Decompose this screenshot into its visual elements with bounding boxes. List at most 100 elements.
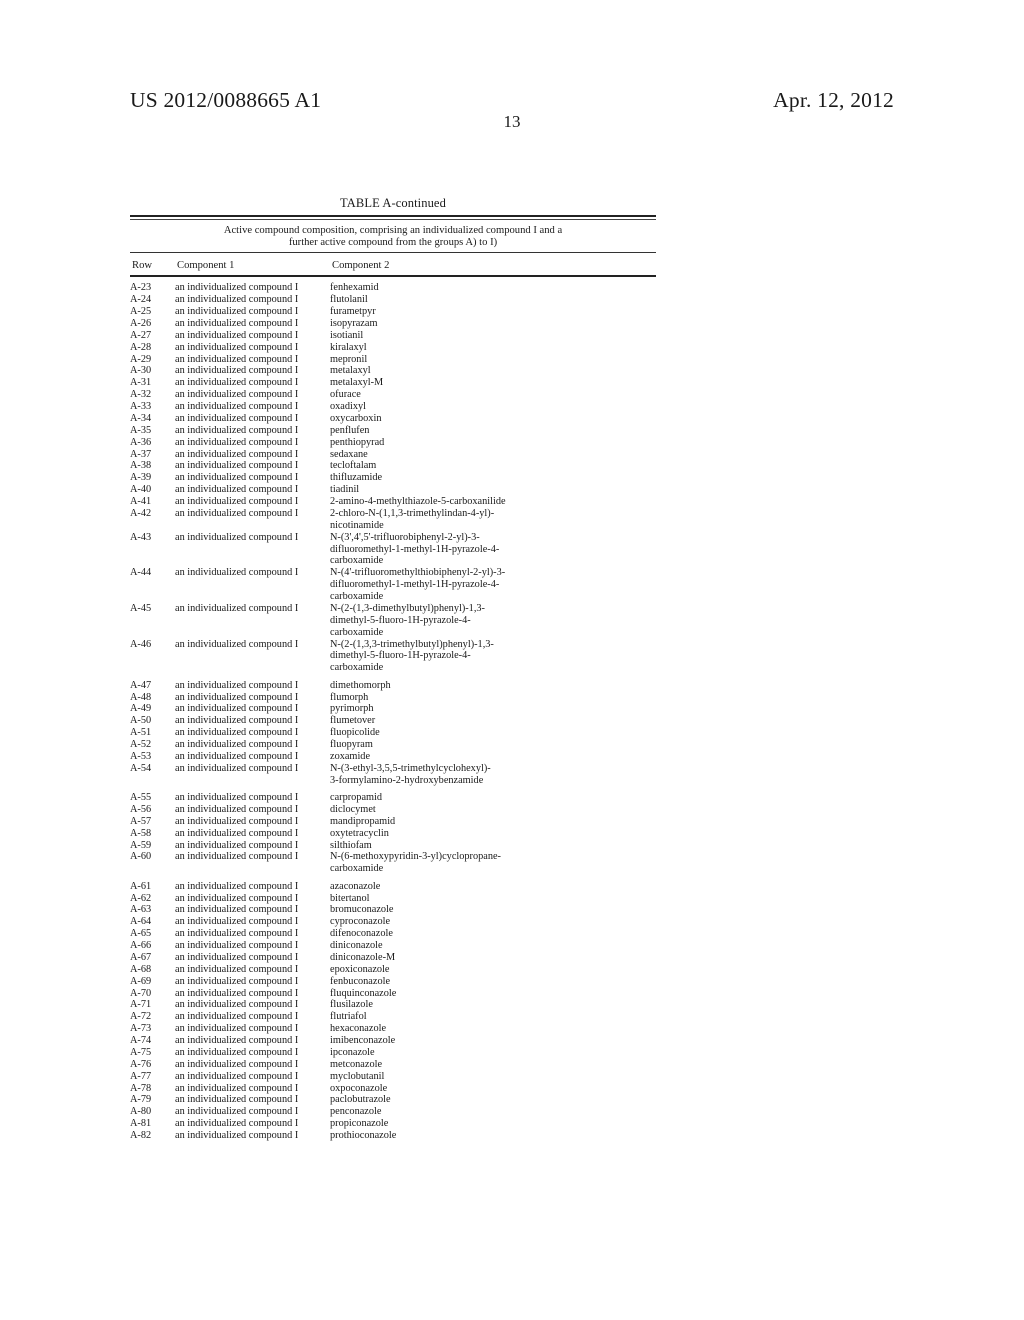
cell-component-1: an individualized compound I bbox=[175, 975, 299, 987]
table-caption: TABLE A-continued bbox=[340, 196, 446, 210]
cell-component-2: diclocymet bbox=[330, 804, 656, 816]
cell-component-2: flutriafol bbox=[330, 1011, 656, 1023]
table-row: A-65 an individualized compound I difenoco… bbox=[130, 928, 656, 940]
cell-component-2-line: paclobutrazole bbox=[330, 1094, 391, 1106]
cell-component-2: propiconazole bbox=[330, 1118, 656, 1130]
cell-component-2-line: 3-formylamino-2-hydroxybenzamide bbox=[330, 774, 484, 786]
cell-component-2-line: oxytetracyclin bbox=[330, 827, 389, 839]
table-row: A-50 an individualized compound I flumetov… bbox=[130, 715, 656, 727]
cell-row-id: A-38 bbox=[130, 460, 152, 472]
cell-component-2: penflufen bbox=[330, 425, 656, 437]
cell-component-1: an individualized compound I bbox=[175, 827, 299, 839]
cell-component-2: oxytetracyclin bbox=[330, 828, 656, 840]
cell-component-2: bromuconazole bbox=[330, 904, 656, 916]
cell-component-2: diniconazole-M bbox=[330, 952, 656, 964]
table-row: A-61 an individualized compound I azaconaz… bbox=[130, 881, 656, 893]
cell-component-1: an individualized compound I bbox=[175, 750, 299, 762]
cell-component-1: an individualized compound I bbox=[175, 928, 299, 940]
table-row: A-64 an individualized compound I cyprocon… bbox=[130, 916, 656, 928]
cell-component-1: an individualized compound I bbox=[175, 460, 299, 472]
cell-component-1: an individualized compound I bbox=[175, 1130, 299, 1142]
table-row: A-23 an individualized compound I fenhexam… bbox=[130, 282, 656, 294]
cell-component-2-line: N-(2-(1,3-dimethylbutyl)phenyl)-1,3- bbox=[330, 602, 485, 614]
cell-component-2: fenbuconazole bbox=[330, 976, 656, 988]
cell-component-2: zoxamide bbox=[330, 751, 656, 763]
cell-component-2: cyproconazole bbox=[330, 916, 656, 928]
cell-component-2-line: oxycarboxin bbox=[330, 412, 382, 424]
table-row: A-73 an individualized compound I hexacona… bbox=[130, 1023, 656, 1035]
cell-row-id: A-23 bbox=[130, 282, 152, 294]
table-row: A-25 an individualized compound I furametp… bbox=[130, 306, 656, 318]
cell-component-2: silthiofam bbox=[330, 840, 656, 852]
cell-component-1: an individualized compound I bbox=[175, 940, 299, 952]
cell-component-2: fluopicolide bbox=[330, 727, 656, 739]
table-row: A-31 an individualized compound I metalaxy… bbox=[130, 377, 656, 389]
cell-component-2: fluopyram bbox=[330, 739, 656, 751]
cell-component-2: flusilazole bbox=[330, 999, 656, 1011]
cell-component-1: an individualized compound I bbox=[175, 1011, 299, 1023]
table-row: A-54 an individualized compound I N-(3-eth… bbox=[130, 763, 656, 787]
cell-component-1: an individualized compound I bbox=[175, 715, 299, 727]
cell-component-2: mepronil bbox=[330, 354, 656, 366]
cell-component-1: an individualized compound I bbox=[175, 679, 299, 691]
cell-row-id: A-68 bbox=[130, 963, 152, 975]
cell-row-id: A-48 bbox=[130, 691, 152, 703]
table-row: A-62 an individualized compound I bitertan… bbox=[130, 893, 656, 905]
cell-row-id: A-70 bbox=[130, 987, 152, 999]
cell-component-1: an individualized compound I bbox=[175, 436, 299, 448]
cell-component-1: an individualized compound I bbox=[175, 851, 299, 863]
cell-component-1: an individualized compound I bbox=[175, 1118, 299, 1130]
cell-component-2: N-(2-(1,3,3-trimethylbutyl)phenyl)-1,3- d… bbox=[330, 639, 656, 675]
cell-row-id: A-54 bbox=[130, 762, 152, 774]
cell-component-2-line: N-(2-(1,3,3-trimethylbutyl)phenyl)-1,3- bbox=[330, 638, 494, 650]
cell-component-2-line: isotianil bbox=[330, 329, 364, 341]
column-header-component-2: Component 2 bbox=[332, 260, 390, 272]
cell-component-2: 2-amino-4-methylthiazole-5-carboxanilide bbox=[330, 496, 656, 508]
cell-component-1: an individualized compound I bbox=[175, 703, 299, 715]
cell-row-id: A-59 bbox=[130, 839, 152, 851]
table-row: A-39 an individualized compound I thifluza… bbox=[130, 472, 656, 484]
cell-component-2: dimethomorph bbox=[330, 680, 656, 692]
table-row: A-66 an individualized compound I dinicona… bbox=[130, 940, 656, 952]
table-row: A-34 an individualized compound I oxycarbo… bbox=[130, 413, 656, 425]
cell-component-2-line: metalaxyl-M bbox=[330, 377, 384, 389]
table-row: A-69 an individualized compound I fenbucon… bbox=[130, 976, 656, 988]
cell-component-2: flumetover bbox=[330, 715, 656, 727]
cell-component-1: an individualized compound I bbox=[175, 472, 299, 484]
table-row: A-82 an individualized compound I prothioc… bbox=[130, 1130, 656, 1142]
table-row: A-59 an individualized compound I silthiof… bbox=[130, 840, 656, 852]
cell-component-2-line: carboxamide bbox=[330, 863, 384, 875]
cell-component-2: metconazole bbox=[330, 1059, 656, 1071]
cell-component-1: an individualized compound I bbox=[175, 1023, 299, 1035]
cell-component-1: an individualized compound I bbox=[175, 365, 299, 377]
cell-component-2-line: diniconazole-M bbox=[330, 951, 396, 963]
cell-component-2: flumorph bbox=[330, 692, 656, 704]
table-row: A-37 an individualized compound I sedaxane bbox=[130, 449, 656, 461]
cell-component-2-line: prothioconazole bbox=[330, 1130, 397, 1142]
cell-row-id: A-80 bbox=[130, 1106, 152, 1118]
table-row: A-58 an individualized compound I oxytetra… bbox=[130, 828, 656, 840]
cell-component-2: metalaxyl-M bbox=[330, 377, 656, 389]
cell-component-1: an individualized compound I bbox=[175, 892, 299, 904]
table-row: A-74 an individualized compound I imibenco… bbox=[130, 1035, 656, 1047]
cell-component-1: an individualized compound I bbox=[175, 880, 299, 892]
cell-component-2-line: flusilazole bbox=[330, 999, 373, 1011]
cell-row-id: A-32 bbox=[130, 389, 152, 401]
cell-component-1: an individualized compound I bbox=[175, 294, 299, 306]
cell-component-2-line: fenbuconazole bbox=[330, 975, 391, 987]
cell-component-2: fluquinconazole bbox=[330, 988, 656, 1000]
cell-row-id: A-58 bbox=[130, 827, 152, 839]
cell-row-id: A-30 bbox=[130, 365, 152, 377]
cell-component-2: hexaconazole bbox=[330, 1023, 656, 1035]
cell-component-1: an individualized compound I bbox=[175, 531, 299, 543]
cell-row-id: A-81 bbox=[130, 1118, 152, 1130]
cell-component-2-line: epoxiconazole bbox=[330, 963, 390, 975]
cell-component-2: pyrimorph bbox=[330, 703, 656, 715]
table-row: A-80 an individualized compound I penconaz… bbox=[130, 1106, 656, 1118]
cell-component-1: an individualized compound I bbox=[175, 691, 299, 703]
cell-component-2-line: nicotinamide bbox=[330, 519, 384, 531]
cell-component-2: myclobutanil bbox=[330, 1071, 656, 1083]
cell-component-1: an individualized compound I bbox=[175, 1046, 299, 1058]
cell-row-id: A-26 bbox=[130, 317, 152, 329]
cell-row-id: A-39 bbox=[130, 472, 152, 484]
